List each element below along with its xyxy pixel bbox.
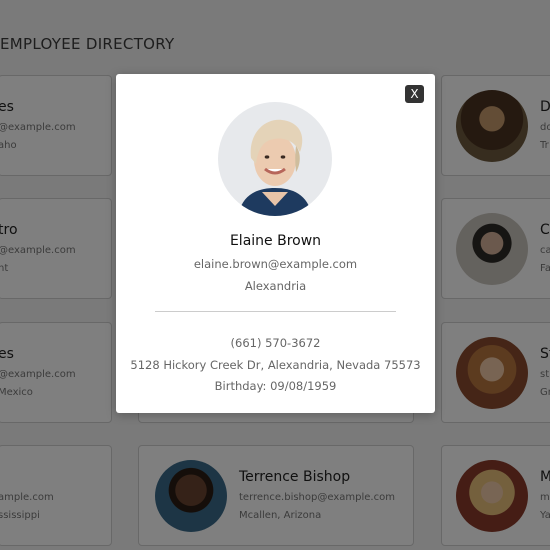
employee-city: Alexandria	[244, 279, 307, 293]
employee-phone: (661) 570-3672	[230, 336, 321, 350]
close-button[interactable]: X	[405, 85, 424, 103]
portrait-image	[218, 102, 332, 216]
avatar	[218, 102, 332, 216]
employee-birthday: Birthday: 09/08/1959	[214, 379, 337, 393]
employee-address: 5128 Hickory Creek Dr, Alexandria, Nevad…	[130, 358, 421, 372]
employee-name: Elaine Brown	[229, 233, 322, 249]
divider	[155, 311, 396, 312]
employee-email: elaine.brown@example.com	[193, 257, 358, 271]
employee-detail-modal: X Elaine Brown elaine.brown@example.com …	[116, 74, 435, 413]
